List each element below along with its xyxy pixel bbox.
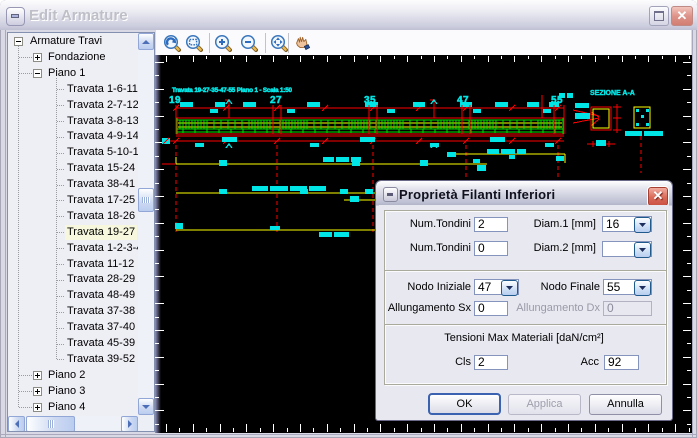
svg-text:27: 27 xyxy=(270,95,282,106)
svg-text:19: 19 xyxy=(169,95,181,106)
svg-text:SEZIONE A-A: SEZIONE A-A xyxy=(590,90,635,97)
svg-text:Travata 19-27-35-47-55 Piano 1: Travata 19-27-35-47-55 Piano 1 - Scala 1… xyxy=(172,87,293,94)
